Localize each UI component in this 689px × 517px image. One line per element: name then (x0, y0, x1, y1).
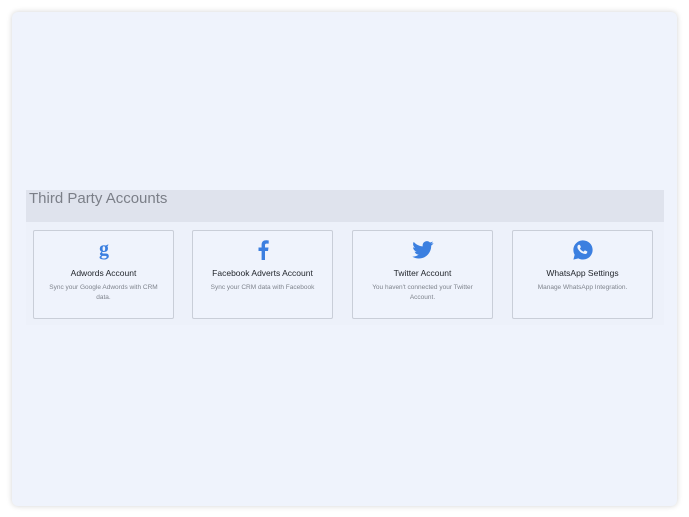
google-g-icon: g (34, 239, 173, 261)
whatsapp-settings-card[interactable]: WhatsApp Settings Manage WhatsApp Integr… (512, 230, 653, 319)
section-header: Third Party Accounts (26, 190, 664, 222)
card-description: You haven't connected your Twitter Accou… (372, 284, 473, 301)
section-title: Third Party Accounts (29, 190, 168, 207)
card-description: Sync your Google Adwords with CRM data. (49, 284, 158, 301)
card-title: Twitter Account (393, 268, 452, 278)
card-description: Manage WhatsApp Integration. (537, 284, 628, 291)
facebook-adverts-card[interactable]: Facebook Adverts Account Sync your CRM d… (192, 230, 333, 319)
whatsapp-icon (513, 239, 652, 261)
card-title: Facebook Adverts Account (212, 268, 313, 278)
card-title: WhatsApp Settings (546, 268, 619, 278)
adwords-account-card[interactable]: g Adwords Account Sync your Google Adwor… (33, 230, 174, 319)
twitter-bird-icon (353, 239, 492, 261)
twitter-account-card[interactable]: Twitter Account You haven't connected yo… (352, 230, 493, 319)
settings-window: Third Party Accounts g Adwords Account S… (12, 12, 677, 506)
facebook-f-icon (193, 239, 332, 261)
cards-container: g Adwords Account Sync your Google Adwor… (26, 222, 664, 325)
svg-text:g: g (99, 239, 109, 260)
card-description: Sync your CRM data with Facebook (210, 284, 315, 291)
card-title: Adwords Account (70, 268, 137, 278)
